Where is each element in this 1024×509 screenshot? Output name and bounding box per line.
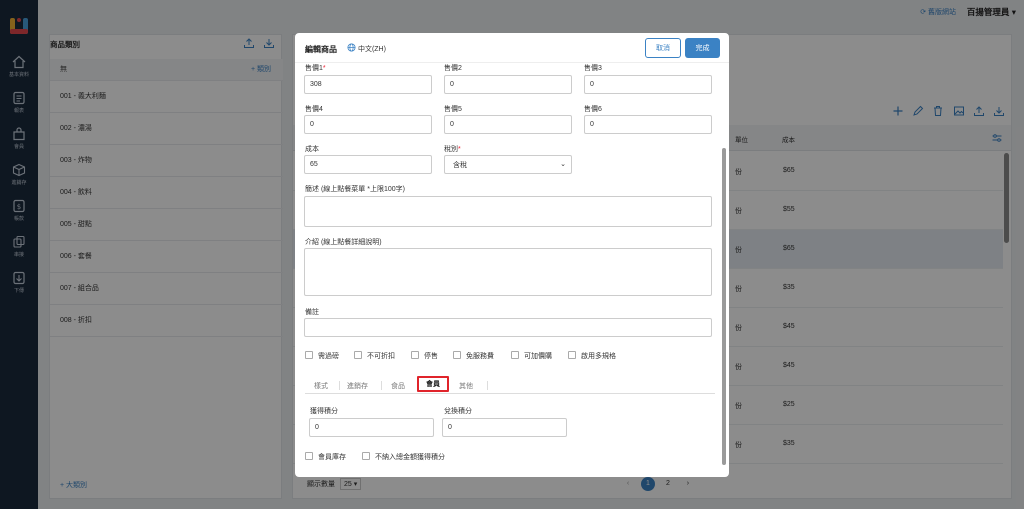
price5-label: 售價5 — [444, 106, 462, 113]
intro-textarea[interactable] — [304, 248, 712, 296]
tab-inventory[interactable]: 進銷存 — [347, 381, 368, 391]
checkbox-addon[interactable]: 可加價購 — [511, 351, 552, 361]
checkbox-stop-sale[interactable]: 停售 — [411, 351, 438, 361]
price1-label-text: 售價1 — [305, 65, 323, 72]
checkbox-no-discount[interactable]: 不可折扣 — [354, 351, 395, 361]
tab-member[interactable]: 會員 — [417, 376, 449, 392]
language-label: 中文(ZH) — [357, 46, 386, 53]
price6-label: 售價6 — [584, 106, 602, 113]
tab-food[interactable]: 食品 — [391, 381, 405, 391]
checkbox-label: 啟用多規格 — [581, 353, 616, 360]
modal-title: 編輯商品 — [305, 45, 337, 54]
checkbox-box[interactable] — [305, 351, 313, 359]
detail-tabs: 樣式 進銷存 食品 會員 其他 — [305, 376, 715, 394]
checkbox-label: 不可折扣 — [367, 353, 395, 360]
points-input[interactable] — [309, 418, 434, 437]
checkbox-multi-spec[interactable]: 啟用多規格 — [568, 351, 616, 361]
tab-divider — [487, 381, 488, 390]
chevron-down-icon: ⌄ — [560, 161, 566, 168]
tax-label-text: 稅別 — [444, 146, 458, 153]
note-input[interactable] — [304, 318, 712, 337]
summary-label: 簡述 (線上點餐菜單 *上限100字) — [305, 186, 405, 193]
price5-input[interactable] — [444, 115, 572, 134]
done-button[interactable]: 完成 — [685, 38, 720, 58]
redeem-label: 兌換積分 — [444, 408, 472, 415]
summary-textarea[interactable] — [304, 196, 712, 227]
language-selector[interactable]: 中文(ZH) — [347, 43, 386, 54]
tax-label: 稅別* — [444, 146, 461, 153]
tab-style[interactable]: 樣式 — [314, 381, 328, 391]
price1-label: 售價1* — [305, 65, 326, 72]
points-label: 獲得積分 — [310, 408, 338, 415]
modal-header: 編輯商品 中文(ZH) 取消 完成 — [295, 33, 729, 63]
cancel-button[interactable]: 取消 — [645, 38, 681, 58]
checkbox-box[interactable] — [362, 452, 370, 460]
tab-other[interactable]: 其他 — [459, 381, 473, 391]
checkbox-label: 免服務費 — [466, 353, 494, 360]
price2-input[interactable] — [444, 75, 572, 94]
checkbox-weigh[interactable]: 需過磅 — [305, 351, 339, 361]
price4-input[interactable] — [304, 115, 432, 134]
globe-icon — [347, 43, 356, 52]
cost-input[interactable] — [304, 155, 432, 174]
edit-product-modal: 編輯商品 中文(ZH) 取消 完成 售價1* 售價2 售價3 售價4 售價5 售… — [295, 33, 729, 477]
price1-input[interactable] — [304, 75, 432, 94]
checkbox-box[interactable] — [511, 351, 519, 359]
price2-label: 售價2 — [444, 65, 462, 72]
tab-divider — [339, 381, 340, 390]
intro-label: 介紹 (線上點餐詳細說明) — [305, 239, 382, 246]
cost-label: 成本 — [305, 146, 319, 153]
checkbox-label: 需過磅 — [318, 353, 339, 360]
note-label: 備註 — [305, 309, 319, 316]
price6-input[interactable] — [584, 115, 712, 134]
checkbox-label: 停售 — [424, 353, 438, 360]
checkbox-label: 可加價購 — [524, 353, 552, 360]
checkbox-exclude-points[interactable]: 不納入總金額獲得積分 — [362, 452, 445, 462]
redeem-input[interactable] — [442, 418, 567, 437]
checkbox-member-stock[interactable]: 會員庫存 — [305, 452, 346, 462]
checkbox-box[interactable] — [568, 351, 576, 359]
price4-label: 售價4 — [305, 106, 323, 113]
checkbox-box[interactable] — [411, 351, 419, 359]
tax-select-value: 含稅 — [453, 162, 467, 169]
checkbox-label: 不納入總金額獲得積分 — [375, 454, 445, 461]
checkbox-box[interactable] — [354, 351, 362, 359]
price3-label: 售價3 — [584, 65, 602, 72]
tab-divider — [381, 381, 382, 390]
checkbox-no-service-fee[interactable]: 免服務費 — [453, 351, 494, 361]
checkbox-label: 會員庫存 — [318, 454, 346, 461]
modal-scrollbar[interactable] — [722, 148, 726, 465]
checkbox-box[interactable] — [453, 351, 461, 359]
price3-input[interactable] — [584, 75, 712, 94]
tax-select[interactable]: 含稅 ⌄ — [444, 155, 572, 174]
checkbox-box[interactable] — [305, 452, 313, 460]
